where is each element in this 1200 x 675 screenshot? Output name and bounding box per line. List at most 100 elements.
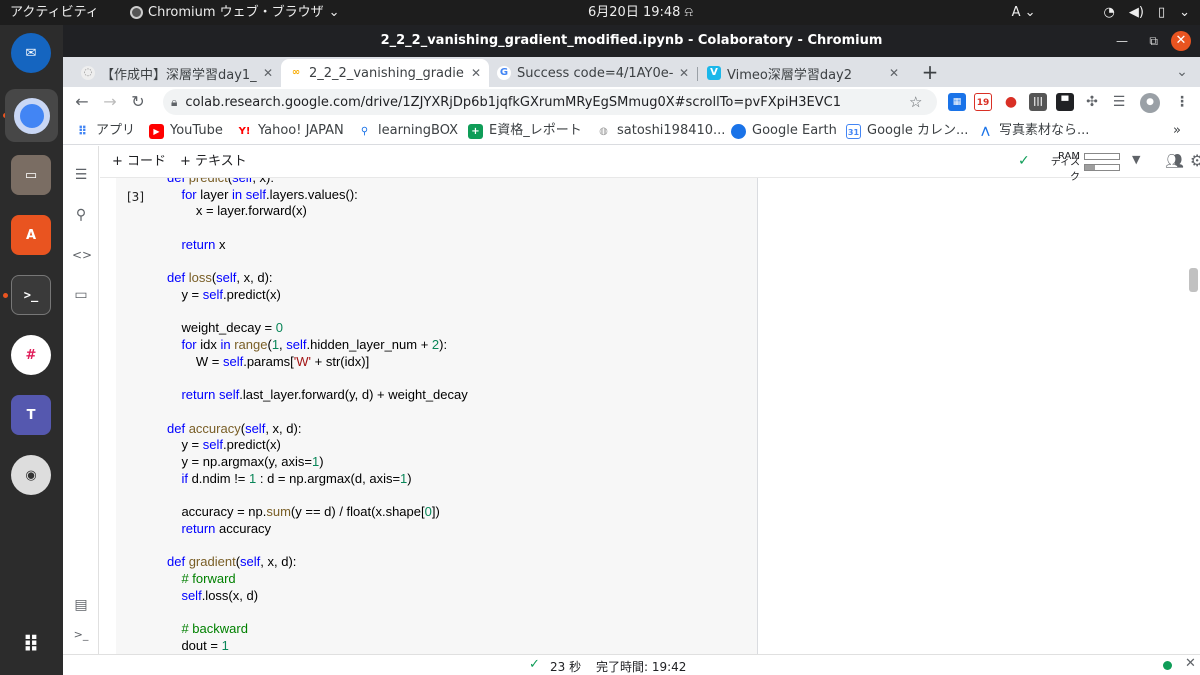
calendar-icon: 31 [846, 123, 861, 139]
tab-2-active[interactable]: ∞ 2_2_2_vanishing_gradient ✕ [281, 59, 489, 87]
code-editor[interactable]: def predict(self, x): for layer in self.… [167, 178, 468, 654]
system-tray[interactable]: A ⌄ ◔ ◀) ▯ ⌄ [1012, 0, 1190, 25]
disk-label: ディスク [1050, 156, 1080, 183]
bookmark-learningbox[interactable]: ⚲ learningBOX [357, 117, 458, 145]
search-icon[interactable]: ⚲ [72, 206, 90, 224]
terminal-icon[interactable]: >_ [72, 626, 90, 644]
new-tab-icon[interactable]: + [919, 61, 941, 83]
bookmark-label: satoshi198410... [617, 123, 726, 138]
colab-icon: ∞ [291, 67, 301, 78]
thunderbird-icon[interactable]: ✉ [11, 33, 51, 73]
bookmark-youtube[interactable]: ▶ YouTube [149, 117, 223, 145]
bookmark-apps[interactable]: ⠿ アプリ [75, 117, 135, 145]
bookmarks-bar: ⠿ アプリ ▶ YouTube Y! Yahoo! JAPAN ⚲ learningBO… [63, 117, 1200, 145]
bookmark-label: learningBOX [378, 123, 459, 138]
close-icon[interactable]: ✕ [471, 66, 481, 80]
disc-icon[interactable]: ◉ [11, 455, 51, 495]
clock[interactable]: 6月20日 19:48 ⍾ [588, 0, 693, 25]
record-icon[interactable]: ● [1002, 93, 1020, 111]
disk-bar [1084, 164, 1120, 171]
share-people-icon[interactable]: 👥︎ [1165, 152, 1184, 170]
profile-avatar[interactable]: ● [1140, 93, 1160, 113]
connection-status-dot[interactable] [1163, 661, 1172, 670]
photo-material-icon: ⋀ [981, 125, 990, 137]
bookmark-label: アプリ [96, 123, 136, 138]
browser-toolbar: ← → ↻ 🔒︎ colab.research.google.com/drive… [63, 87, 1200, 117]
apps-grid-icon: ⠿ [77, 123, 88, 138]
bookmark-satoshi[interactable]: ◍ satoshi198410... [596, 117, 725, 145]
bookmark-label: Yahoo! JAPAN [258, 123, 344, 138]
bookmark-e-report[interactable]: + E資格_レポート [468, 117, 582, 145]
close-icon[interactable]: ✕ [1171, 31, 1191, 51]
yahoo-icon: Y! [238, 125, 251, 137]
bookmark-label: YouTube [170, 123, 223, 138]
tab-1[interactable]: ◌ 【作成中】深層学習day1_ ✕ [73, 59, 281, 87]
extension-icon[interactable]: ▦ [948, 93, 966, 111]
puzzle-icon[interactable]: ✣ [1083, 93, 1101, 111]
code-snippets-icon[interactable]: <> [72, 246, 92, 264]
add-code-button[interactable]: + コード [112, 146, 166, 178]
octocat-icon: ◍ [599, 125, 608, 137]
slack-icon[interactable]: # [11, 335, 51, 375]
code-cell[interactable]: [3] def predict(self, x): for layer in s… [116, 178, 758, 654]
wifi-icon: ◔ [1103, 5, 1115, 20]
tab-4[interactable]: V Vimeo深層学習day2 ✕ [699, 59, 907, 87]
scrollbar[interactable] [1189, 268, 1198, 292]
colab-notebook: ☰ ⚲ <> ▭ ▤ >_ + コード + テキスト ✓ RAM ディスク ▼ … [63, 146, 1200, 675]
chevron-down-icon: ⌄ [328, 5, 340, 20]
gmail-extension-icon[interactable]: 19 [974, 93, 992, 111]
minimize-icon[interactable]: — [1116, 25, 1128, 57]
app-menu-label: Chromium ウェブ・ブラウザ [148, 5, 324, 20]
window-titlebar[interactable]: 2_2_2_vanishing_gradient_modified.ipynb … [63, 25, 1200, 57]
restore-icon[interactable]: ⧉ [1149, 25, 1158, 57]
extension-icon[interactable]: ▀ [1056, 93, 1074, 111]
close-icon[interactable]: ✕ [1185, 656, 1196, 671]
chromium-dock-icon[interactable] [5, 89, 58, 142]
app-menu[interactable]: Chromium ウェブ・ブラウザ ⌄ [130, 0, 340, 25]
folder-icon[interactable]: ▭ [72, 286, 90, 304]
resource-monitor[interactable]: RAM ディスク [1050, 151, 1128, 183]
input-method-indicator[interactable]: A ⌄ [1012, 0, 1036, 25]
add-text-button[interactable]: + テキスト [180, 146, 247, 178]
bookmark-google-calendar[interactable]: 31 Google カレン... [846, 117, 968, 145]
running-indicator [3, 293, 8, 298]
gear-icon[interactable]: ⚙ [1190, 151, 1200, 170]
barcode-icon[interactable]: ||| [1029, 93, 1047, 111]
tab-3[interactable]: G Success code=4/1AY0e-g7 ✕ [489, 59, 697, 87]
menu-icon[interactable]: ⋮ [1173, 93, 1191, 111]
panel-divider [757, 178, 758, 654]
volume-icon: ◀) [1128, 5, 1144, 20]
bookmark-star-icon[interactable]: ☆ [909, 93, 922, 111]
close-icon[interactable]: ✕ [679, 66, 689, 80]
bookmark-google-earth[interactable]: Google Earth [731, 117, 837, 145]
ram-bar [1084, 153, 1120, 160]
files-icon[interactable]: ▭ [11, 155, 51, 195]
forward-icon[interactable]: → [99, 91, 121, 113]
back-icon[interactable]: ← [71, 91, 93, 113]
bookmarks-overflow-icon[interactable]: » [1173, 117, 1181, 145]
bookmark-label: Google Earth [752, 123, 837, 138]
earth-icon [731, 123, 746, 139]
bookmark-photo-material[interactable]: ⋀ 写真素材なら... [978, 117, 1089, 145]
colab-left-sidebar: ☰ ⚲ <> ▭ ▤ >_ [63, 146, 99, 675]
reload-icon[interactable]: ↻ [127, 91, 149, 113]
show-apps-icon[interactable]: ⠿ [11, 625, 51, 665]
gmail-badge: 19 [976, 98, 990, 108]
toc-icon[interactable]: ☰ [72, 166, 90, 184]
close-icon[interactable]: ✕ [263, 66, 273, 80]
teams-icon[interactable]: T [11, 395, 51, 435]
address-bar[interactable]: 🔒︎ colab.research.google.com/drive/1ZJYX… [163, 89, 937, 115]
terminal-icon[interactable]: >_ [11, 275, 51, 315]
software-center-icon[interactable]: A [11, 215, 51, 255]
activities-button[interactable]: アクティビティ [10, 0, 99, 25]
browser-window: 2_2_2_vanishing_gradient_modified.ipynb … [63, 25, 1200, 675]
runtime-dropdown-icon[interactable]: ▼ [1132, 153, 1140, 166]
google-icon: G [497, 66, 511, 80]
reading-list-icon[interactable]: ☰ [1110, 93, 1128, 111]
connected-check-icon: ✓ [1018, 153, 1030, 169]
close-icon[interactable]: ✕ [889, 66, 899, 80]
bookmark-yahoo[interactable]: Y! Yahoo! JAPAN [237, 117, 344, 145]
tab-search-icon[interactable]: ⌄ [1171, 61, 1193, 83]
command-palette-icon[interactable]: ▤ [72, 596, 90, 614]
tab-label: 2_2_2_vanishing_gradient [309, 65, 465, 81]
